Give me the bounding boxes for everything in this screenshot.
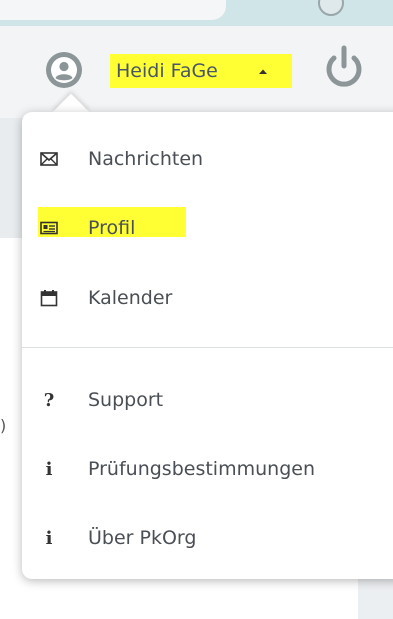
top-knob-fragment xyxy=(318,0,344,16)
question-icon: ? xyxy=(43,389,55,411)
menu-item-nachrichten[interactable]: Nachrichten xyxy=(22,139,393,179)
background-panel-fragment xyxy=(0,118,24,238)
menu-item-support[interactable]: ? Support xyxy=(22,380,393,420)
menu-item-pruefungsbestimmungen[interactable]: i Prüfungsbestimmungen xyxy=(22,449,393,489)
power-icon[interactable] xyxy=(320,42,368,90)
user-avatar-icon[interactable] xyxy=(46,52,82,88)
menu-divider xyxy=(22,347,393,348)
menu-item-profil[interactable]: Profil xyxy=(22,208,393,248)
menu-item-kalender[interactable]: Kalender xyxy=(22,278,393,318)
menu-item-label: Support xyxy=(88,389,164,411)
background-text-fragment: ) xyxy=(0,416,7,435)
caret-up-icon[interactable] xyxy=(256,64,270,78)
menu-item-label: Kalender xyxy=(88,287,173,309)
top-strip xyxy=(0,0,393,26)
envelope-icon xyxy=(39,149,59,169)
id-card-icon xyxy=(39,218,59,238)
menu-item-label: Profil xyxy=(88,217,136,239)
info-icon: i xyxy=(45,458,53,480)
page: Heidi FaGe ) Nachrichten Profil Kalender… xyxy=(0,0,393,619)
user-dropdown-menu xyxy=(22,112,393,579)
menu-item-label: Über PkOrg xyxy=(88,527,197,549)
info-icon: i xyxy=(45,527,53,549)
menu-item-label: Prüfungsbestimmungen xyxy=(88,458,315,480)
menu-item-label: Nachrichten xyxy=(88,148,204,170)
calendar-icon xyxy=(39,288,59,308)
user-menu-toggle[interactable]: Heidi FaGe xyxy=(116,59,218,83)
top-input-fragment[interactable] xyxy=(0,0,226,20)
menu-item-ueber-pkorg[interactable]: i Über PkOrg xyxy=(22,518,393,558)
